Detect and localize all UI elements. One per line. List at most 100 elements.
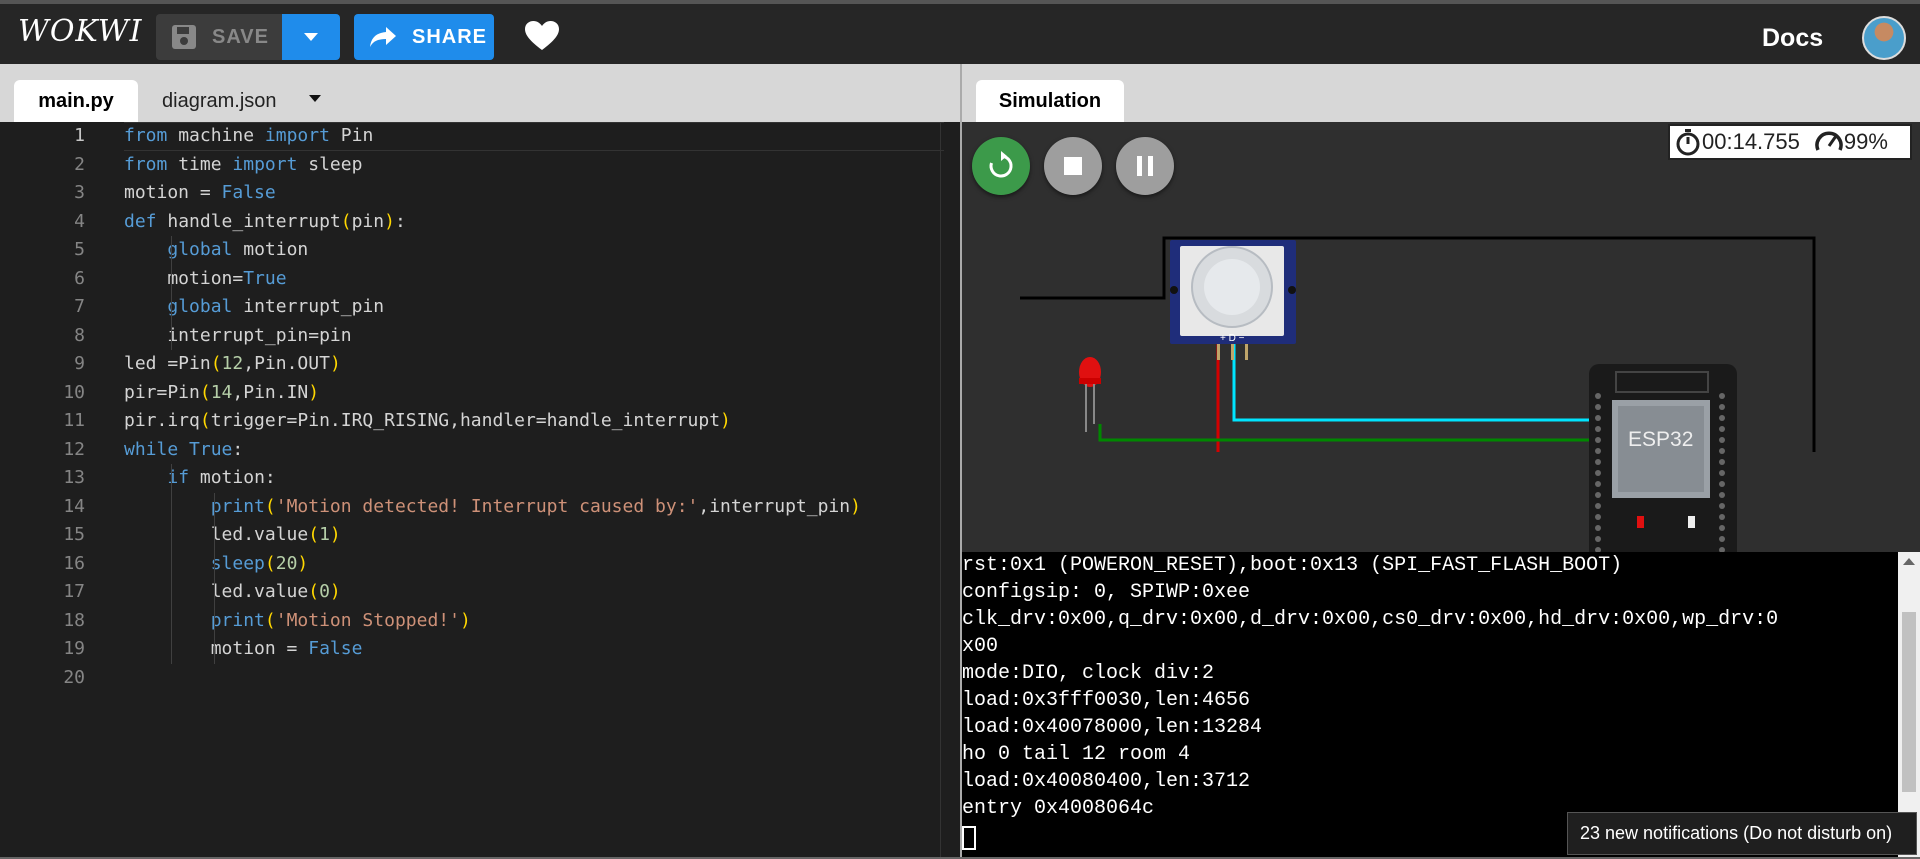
code-line[interactable]: from time import sleep bbox=[124, 151, 944, 180]
esp32-pin[interactable] bbox=[1719, 503, 1725, 509]
line-number: 6 bbox=[74, 267, 85, 289]
indent-guide bbox=[171, 264, 172, 293]
heart-icon[interactable] bbox=[524, 20, 560, 52]
esp32-pin[interactable] bbox=[1595, 448, 1601, 454]
esp32-pin[interactable] bbox=[1595, 536, 1601, 542]
line-number: 9 bbox=[74, 353, 85, 374]
line-number: 7 bbox=[74, 296, 85, 317]
led[interactable] bbox=[1079, 357, 1101, 432]
indent-guide bbox=[171, 236, 172, 265]
esp32-pin[interactable] bbox=[1595, 426, 1601, 432]
code-line[interactable]: print('Motion Stopped!') bbox=[124, 606, 944, 635]
esp32-pin[interactable] bbox=[1595, 415, 1601, 421]
editor-ruler bbox=[940, 122, 941, 859]
esp32-pin[interactable] bbox=[1719, 514, 1725, 520]
esp32-pin[interactable] bbox=[1595, 404, 1601, 410]
circuit-diagram[interactable]: + D − ESP32 bbox=[962, 122, 1920, 552]
code-line[interactable]: global motion bbox=[124, 236, 944, 265]
esp32-pin[interactable] bbox=[1595, 481, 1601, 487]
code-line[interactable] bbox=[124, 664, 944, 693]
code-line[interactable]: def handle_interrupt(pin): bbox=[124, 208, 944, 237]
save-options-button[interactable] bbox=[282, 14, 340, 60]
code-line[interactable]: from machine import Pin bbox=[124, 122, 944, 151]
pir-sensor[interactable]: + D − bbox=[1170, 240, 1296, 360]
esp32-pin[interactable] bbox=[1719, 481, 1725, 487]
indent-guide bbox=[171, 521, 172, 550]
code-line[interactable]: led.value(0) bbox=[124, 578, 944, 607]
code-area[interactable]: from machine import Pin from time import … bbox=[124, 122, 944, 692]
esp32-pin[interactable] bbox=[1719, 536, 1725, 542]
esp32-pin[interactable] bbox=[1595, 514, 1601, 520]
simulation-canvas[interactable]: 00:14.755 99% + D − ESP32 bbox=[962, 122, 1920, 552]
line-number: 12 bbox=[63, 438, 85, 460]
esp32-pin[interactable] bbox=[1719, 404, 1725, 410]
tab-diagram-json[interactable]: diagram.json bbox=[162, 90, 277, 113]
indent-guide bbox=[214, 549, 216, 578]
code-line[interactable]: if motion: bbox=[124, 464, 944, 493]
code-line[interactable]: led =Pin(12,Pin.OUT) bbox=[124, 350, 944, 379]
editor-tab-bar: main.py diagram.json bbox=[0, 64, 960, 122]
code-line[interactable]: motion=True bbox=[124, 264, 944, 293]
code-line[interactable]: led.value(1) bbox=[124, 521, 944, 550]
code-line[interactable]: pir.irq(trigger=Pin.IRQ_RISING,handler=h… bbox=[124, 407, 944, 436]
esp32-pin[interactable] bbox=[1719, 525, 1725, 531]
indent-guide bbox=[171, 464, 172, 493]
esp32-pin[interactable] bbox=[1595, 437, 1601, 443]
serial-input-cursor[interactable] bbox=[962, 826, 976, 850]
esp32-pin[interactable] bbox=[1595, 393, 1601, 399]
serial-output-line: load:0x3fff0030,len:4656 bbox=[962, 689, 1251, 712]
line-number: 5 bbox=[74, 239, 85, 260]
line-number: 15 bbox=[63, 524, 85, 545]
esp32-pin[interactable] bbox=[1719, 393, 1725, 399]
esp32-pin[interactable] bbox=[1719, 459, 1725, 465]
code-line[interactable]: motion = False bbox=[124, 635, 944, 664]
code-line[interactable]: motion = False bbox=[124, 179, 944, 208]
code-line[interactable]: interrupt_pin=pin bbox=[124, 321, 944, 350]
tab-simulation[interactable]: Simulation bbox=[976, 80, 1124, 122]
line-number: 13 bbox=[63, 467, 85, 488]
line-number: 3 bbox=[74, 182, 85, 203]
tab-menu-dropdown-icon[interactable] bbox=[308, 94, 322, 104]
esp32-pin[interactable] bbox=[1719, 437, 1725, 443]
notification-toast[interactable]: 23 new notifications (Do not disturb on) bbox=[1567, 812, 1917, 855]
code-line[interactable]: pir=Pin(14,Pin.IN) bbox=[124, 379, 944, 408]
serial-output-line: mode:DIO, clock div:2 bbox=[962, 662, 1215, 685]
esp32-pin[interactable] bbox=[1719, 415, 1725, 421]
wokwi-logo[interactable]: WOKWI bbox=[18, 14, 142, 49]
scroll-up-icon[interactable] bbox=[1903, 558, 1915, 565]
esp32-pin[interactable] bbox=[1595, 492, 1601, 498]
share-button[interactable]: SHARE bbox=[354, 14, 494, 60]
code-line[interactable]: while True: bbox=[124, 436, 944, 465]
esp32-pin[interactable] bbox=[1719, 448, 1725, 454]
esp32-pin[interactable] bbox=[1595, 470, 1601, 476]
esp32-pin[interactable] bbox=[1595, 525, 1601, 531]
line-number: 14 bbox=[63, 495, 85, 517]
code-line[interactable]: print('Motion detected! Interrupt caused… bbox=[124, 492, 944, 521]
docs-link[interactable]: Docs bbox=[1762, 24, 1823, 53]
tab-main-py[interactable]: main.py bbox=[14, 80, 138, 122]
wire-led[interactable] bbox=[1098, 424, 1602, 442]
esp32-pin[interactable] bbox=[1595, 503, 1601, 509]
esp32-pin[interactable] bbox=[1595, 459, 1601, 465]
esp32-pin[interactable] bbox=[1719, 470, 1725, 476]
chip-label: ESP32 bbox=[1628, 428, 1693, 451]
serial-output-line: load:0x40078000,len:13284 bbox=[962, 716, 1263, 739]
indent-guide bbox=[214, 606, 216, 635]
esp32-pin[interactable] bbox=[1719, 426, 1725, 432]
indent-guide bbox=[214, 578, 216, 607]
indent-guide bbox=[214, 635, 216, 664]
simulation-tab-bar: Simulation bbox=[962, 64, 1920, 122]
esp32-pin[interactable] bbox=[1719, 492, 1725, 498]
esp32-board[interactable]: ESP32 bbox=[1589, 364, 1737, 552]
save-button[interactable]: SAVE bbox=[156, 14, 282, 60]
indent-guide bbox=[171, 549, 172, 578]
scrollbar-thumb[interactable] bbox=[1902, 612, 1916, 792]
serial-output-line: x00 bbox=[962, 635, 999, 658]
share-label: SHARE bbox=[412, 25, 488, 48]
code-line[interactable]: sleep(20) bbox=[124, 549, 944, 578]
user-avatar[interactable] bbox=[1862, 16, 1906, 60]
serial-output-line: rst:0x1 (POWERON_RESET),boot:0x13 (SPI_F… bbox=[962, 554, 1623, 577]
line-number: 4 bbox=[74, 210, 85, 232]
code-line[interactable]: global interrupt_pin bbox=[124, 293, 944, 322]
code-editor[interactable]: 1 2 3 4 5 6 7 8 9 10 11 12 13 14 15 16 17 18 19 20 from mac… bbox=[0, 122, 960, 859]
